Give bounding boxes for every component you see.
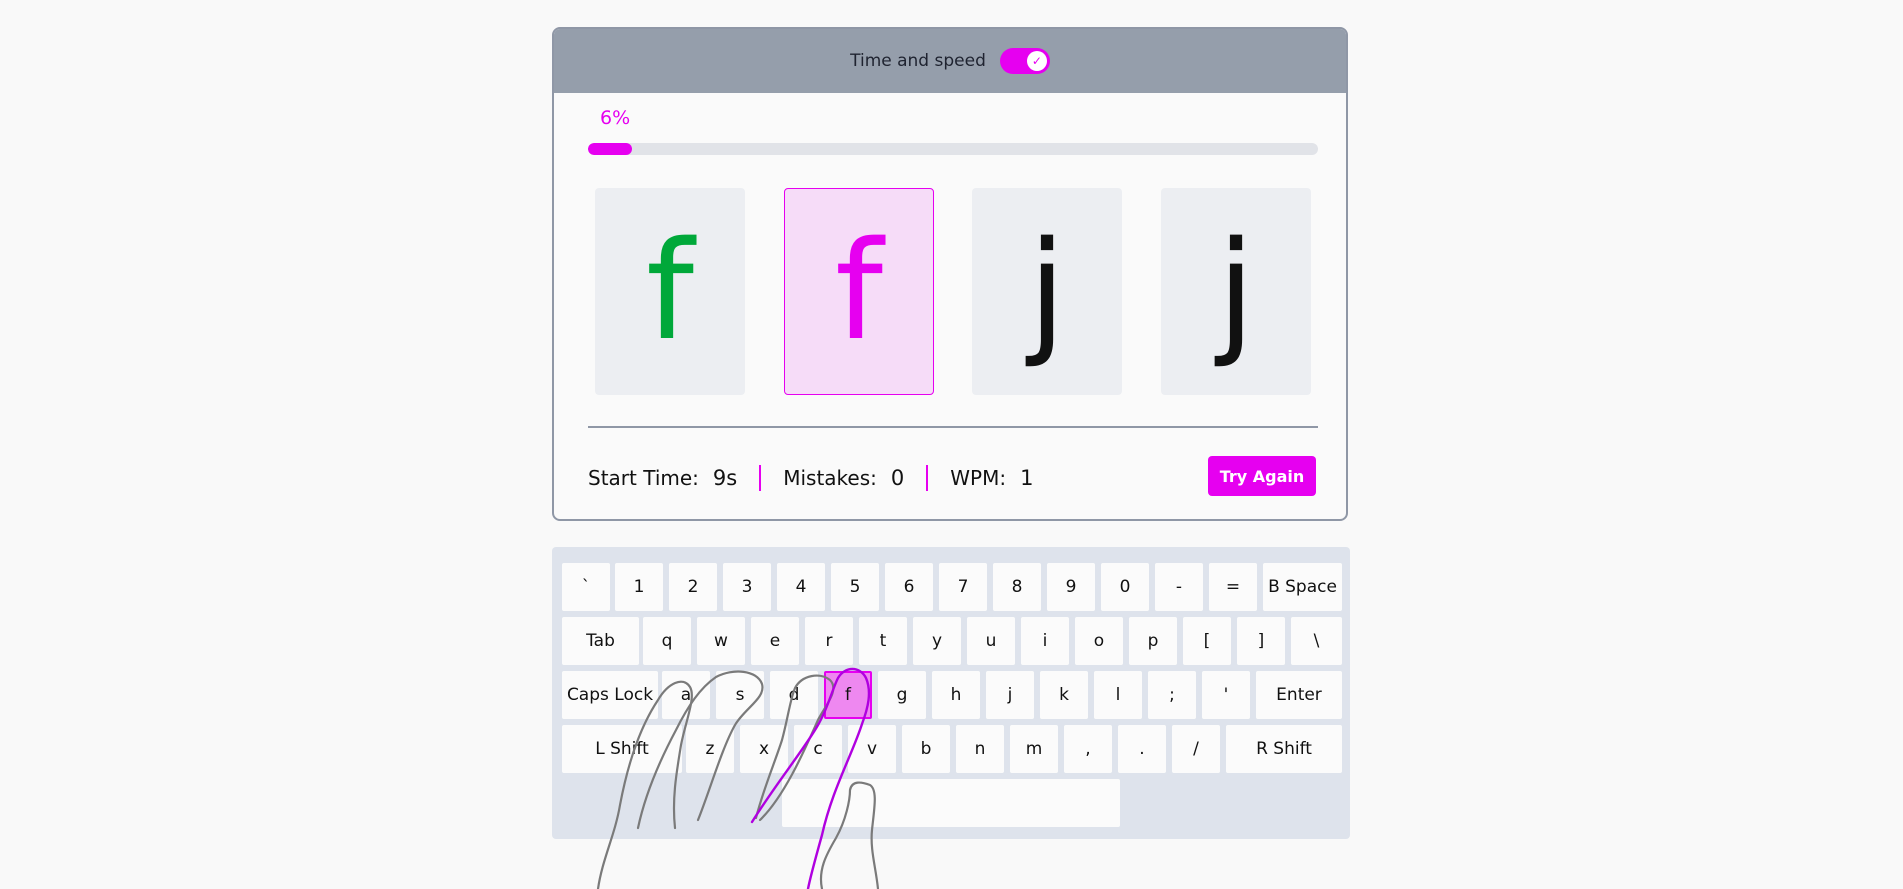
time-speed-toggle[interactable]: ✓: [999, 48, 1050, 74]
key-quote[interactable]: ': [1202, 671, 1250, 719]
key-enter[interactable]: Enter: [1256, 671, 1342, 719]
card-header: Time and speed ✓: [554, 29, 1346, 93]
letter-box-3: j: [972, 188, 1122, 395]
key-space[interactable]: [782, 779, 1120, 827]
key-e[interactable]: e: [751, 617, 799, 665]
mistakes-value: 0: [890, 466, 905, 490]
key-o[interactable]: o: [1075, 617, 1123, 665]
letter-sequence: f f j j: [595, 188, 1311, 396]
key-minus[interactable]: -: [1155, 563, 1203, 611]
key-r[interactable]: r: [805, 617, 853, 665]
key-m[interactable]: m: [1010, 725, 1058, 773]
check-icon: ✓: [1026, 51, 1047, 71]
virtual-keyboard: ` 1 2 3 4 5 6 7 8 9 0- = B Space Tab q w e r t y u i o p[] \ Caps…: [552, 547, 1350, 839]
mistakes-label: Mistakes:: [783, 466, 877, 490]
key-q[interactable]: q: [643, 617, 691, 665]
key-l-shift[interactable]: L Shift: [562, 725, 682, 773]
key-semicolon[interactable]: ;: [1148, 671, 1196, 719]
key-g[interactable]: g: [878, 671, 926, 719]
key-u[interactable]: u: [967, 617, 1015, 665]
key-d[interactable]: d: [770, 671, 818, 719]
key-j[interactable]: j: [986, 671, 1034, 719]
wpm-label: WPM:: [950, 466, 1007, 490]
key-8[interactable]: 8: [993, 563, 1041, 611]
key-5[interactable]: 5: [831, 563, 879, 611]
key-backtick[interactable]: `: [562, 563, 610, 611]
key-backslash[interactable]: \: [1291, 617, 1342, 665]
try-again-button[interactable]: Try Again: [1208, 456, 1316, 496]
key-v[interactable]: v: [848, 725, 896, 773]
key-b-space[interactable]: B Space: [1263, 563, 1342, 611]
letter-box-4: j: [1161, 188, 1311, 395]
key-equals[interactable]: =: [1209, 563, 1257, 611]
key-f[interactable]: f: [824, 671, 872, 719]
key-h[interactable]: h: [932, 671, 980, 719]
progress-fill: [588, 143, 632, 155]
key-2[interactable]: 2: [669, 563, 717, 611]
key-s[interactable]: s: [716, 671, 764, 719]
start-time-label: Start Time:: [588, 466, 699, 490]
letter-box-2: f: [784, 188, 934, 395]
key-caps-lock[interactable]: Caps Lock: [562, 671, 658, 719]
key-t[interactable]: t: [859, 617, 907, 665]
key-right-bracket[interactable]: ]: [1237, 617, 1285, 665]
progress-bar: [588, 143, 1318, 155]
time-speed-label: Time and speed: [850, 51, 986, 71]
key-4[interactable]: 4: [777, 563, 825, 611]
key-r-shift[interactable]: R Shift: [1226, 725, 1342, 773]
wpm-value: 1: [1020, 466, 1034, 490]
key-comma[interactable]: ,: [1064, 725, 1112, 773]
key-slash[interactable]: /: [1172, 725, 1220, 773]
stat-separator: [926, 465, 929, 491]
key-9[interactable]: 9: [1047, 563, 1095, 611]
key-k[interactable]: k: [1040, 671, 1088, 719]
key-0[interactable]: 0: [1101, 563, 1149, 611]
key-b[interactable]: b: [902, 725, 950, 773]
key-i[interactable]: i: [1021, 617, 1069, 665]
key-a[interactable]: a: [662, 671, 710, 719]
key-n[interactable]: n: [956, 725, 1004, 773]
key-1[interactable]: 1: [615, 563, 663, 611]
stat-separator: [759, 465, 762, 491]
key-p[interactable]: p: [1129, 617, 1177, 665]
key-l[interactable]: l: [1094, 671, 1142, 719]
key-3[interactable]: 3: [723, 563, 771, 611]
key-x[interactable]: x: [740, 725, 788, 773]
key-left-bracket[interactable]: [: [1183, 617, 1231, 665]
key-z[interactable]: z: [686, 725, 734, 773]
key-period[interactable]: .: [1118, 725, 1166, 773]
key-y[interactable]: y: [913, 617, 961, 665]
key-w[interactable]: w: [697, 617, 745, 665]
start-time-value: 9s: [712, 466, 738, 490]
letter-box-1: f: [595, 188, 745, 395]
key-6[interactable]: 6: [885, 563, 933, 611]
key-tab[interactable]: Tab: [562, 617, 639, 665]
stats-bar: Start Time: 9s Mistakes: 0 WPM: 1: [588, 458, 1033, 498]
progress-percent: 6%: [600, 107, 631, 129]
key-7[interactable]: 7: [939, 563, 987, 611]
divider: [588, 426, 1318, 428]
typing-card: Time and speed ✓ 6% f f j j Start Time: …: [552, 27, 1348, 521]
key-c[interactable]: c: [794, 725, 842, 773]
